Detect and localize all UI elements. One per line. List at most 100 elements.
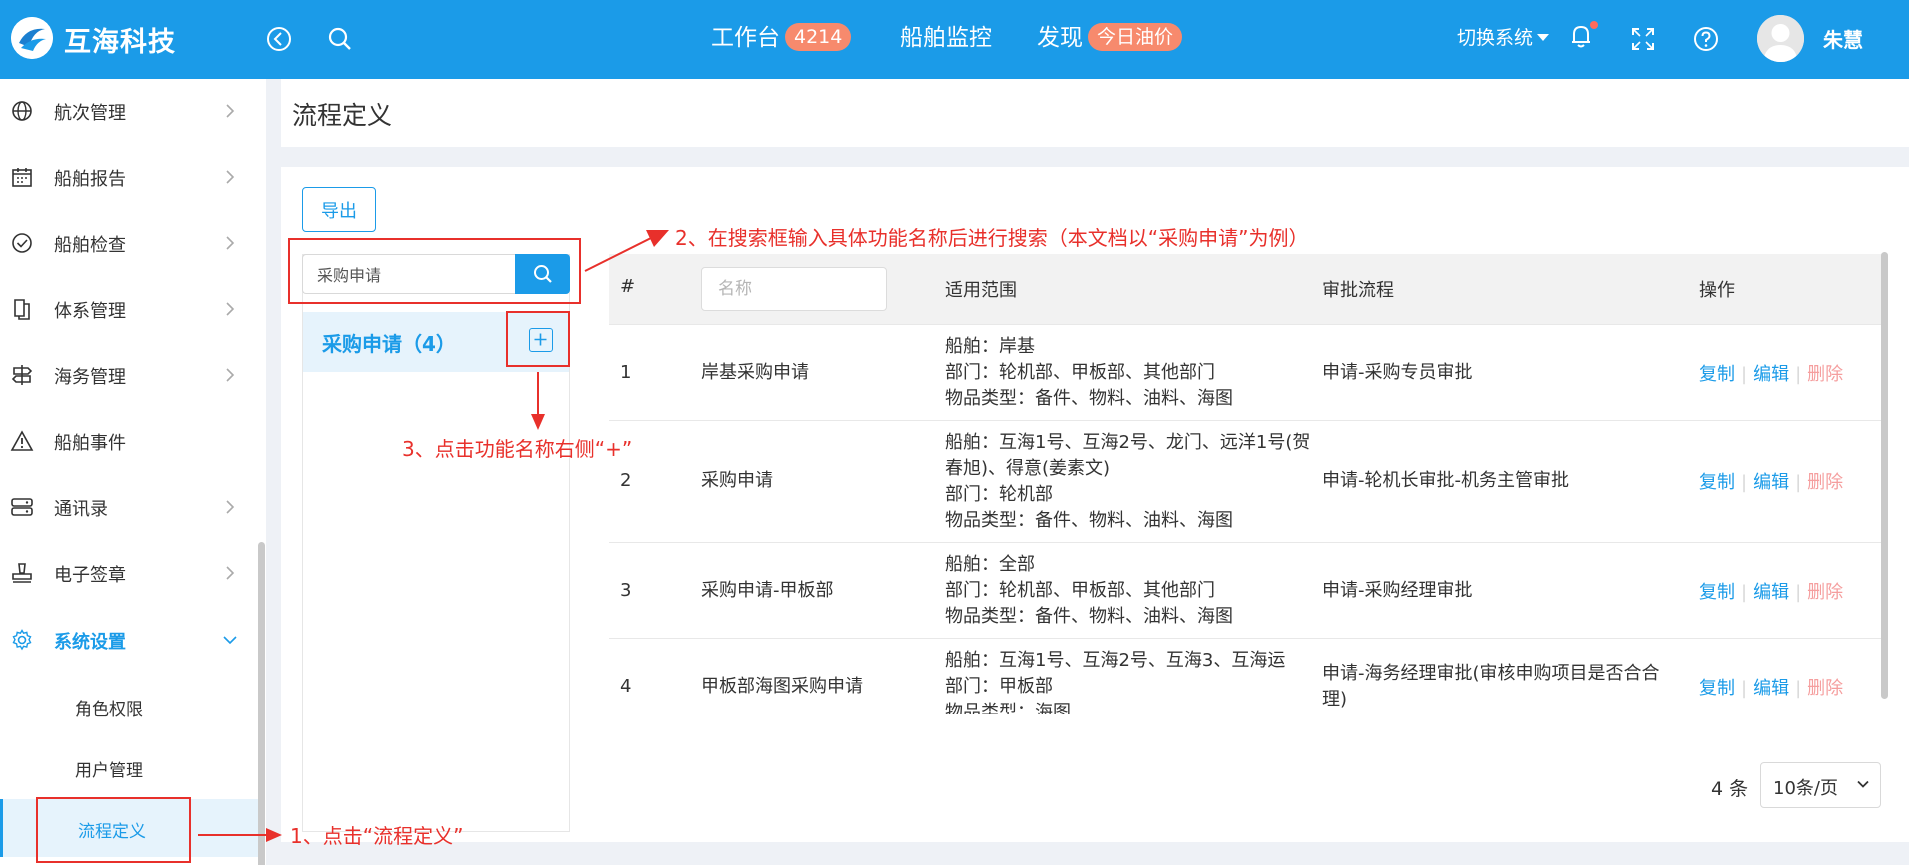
sidebar: 航次管理 船舶报告 船舶检查 体系管理 海务管理 船舶事件 通讯录 电子签章 系…: [0, 79, 266, 865]
notification-dot: [1590, 21, 1598, 29]
nav-workbench-label: 工作台: [711, 25, 780, 51]
divider: |: [1741, 582, 1748, 603]
back-icon[interactable]: [265, 25, 293, 53]
edit-button[interactable]: 编辑: [1753, 582, 1789, 603]
copy-button[interactable]: 复制: [1699, 364, 1735, 385]
sidebar-item-system-settings[interactable]: 系统设置: [0, 610, 258, 670]
page-size-value: 10条/页: [1773, 778, 1838, 799]
scope-ship: 船舶：全部: [945, 554, 1035, 575]
copy-button[interactable]: 复制: [1699, 582, 1735, 603]
tree-node-label: 采购申请（4）: [322, 332, 456, 356]
row-scope: 船舶：全部 部门：轮机部、甲板部、其他部门 物品类型：备件、物料、油料、海图: [945, 552, 1325, 630]
annotation-arrow-icon: [584, 230, 669, 272]
delete-button[interactable]: 删除: [1807, 678, 1843, 699]
scope-item-type: 物品类型：备件、物料、油料、海图: [945, 510, 1233, 531]
sidebar-item-label: 体系管理: [54, 301, 126, 322]
row-scope: 船舶：互海1号、互海2号、互海3、互海运 部门：甲板部 物品类型：海图: [945, 648, 1315, 714]
table-scrollbar[interactable]: [1881, 252, 1888, 699]
sidebar-subitem-role-permission[interactable]: 角色权限: [0, 677, 258, 735]
nav-workbench[interactable]: 工作台 4214: [711, 22, 852, 54]
nav-ship-monitor-label: 船舶监控: [900, 25, 992, 51]
edit-button[interactable]: 编辑: [1753, 678, 1789, 699]
name-filter-input[interactable]: [701, 267, 887, 311]
chevron-down-icon: [222, 630, 238, 650]
divider: |: [1741, 472, 1748, 493]
divider: |: [1795, 364, 1802, 385]
sidebar-item-label: 海务管理: [54, 367, 126, 388]
table-row: 4 甲板部海图采购申请 船舶：互海1号、互海2号、互海3、互海运 部门：甲板部 …: [609, 639, 1888, 714]
edit-button[interactable]: 编辑: [1753, 472, 1789, 493]
row-actions: 复制 | 编辑 | 删除: [1699, 578, 1843, 604]
scope-dept: 部门：轮机部、甲板部、其他部门: [945, 362, 1215, 383]
switch-system-label: 切换系统: [1457, 27, 1534, 49]
annotation-arrow-icon: [198, 828, 282, 842]
sidebar-item-ship-inspection[interactable]: 船舶检查: [0, 213, 258, 273]
check-circle-icon: [10, 231, 34, 255]
sidebar-item-label: 船舶检查: [54, 235, 126, 256]
copy-button[interactable]: 复制: [1699, 678, 1735, 699]
table-header: # 适用范围 审批流程 操作: [609, 254, 1888, 325]
chevron-down-icon: [1856, 777, 1870, 791]
warning-icon: [10, 429, 34, 453]
top-header: 互海科技 工作台 4214 船舶监控 发现 今日油价 切换系统 朱慧: [0, 0, 1909, 79]
switch-system-dropdown[interactable]: 切换系统: [1457, 24, 1550, 52]
gear-icon: [10, 628, 34, 652]
sidebar-item-ship-report[interactable]: 船舶报告: [0, 147, 258, 207]
export-button[interactable]: 导出: [302, 187, 376, 232]
row-index: 2: [620, 470, 632, 491]
username[interactable]: 朱慧: [1823, 24, 1863, 53]
sidebar-subitem-user-mgmt[interactable]: 用户管理: [0, 738, 258, 796]
chevron-right-icon: [222, 497, 238, 517]
sidebar-subitem-label: 用户管理: [75, 761, 143, 781]
col-index-header: #: [620, 276, 636, 297]
row-name: 采购申请: [701, 470, 773, 491]
caret-down-icon: [1537, 34, 1550, 41]
scope-item-type: 物品类型：海图: [945, 702, 1071, 714]
chevron-right-icon: [222, 299, 238, 319]
scope-dept: 部门：甲板部: [945, 676, 1053, 697]
sidebar-item-e-signature[interactable]: 电子签章: [0, 543, 258, 603]
workbench-count-badge: 4214: [785, 23, 852, 51]
sidebar-item-ship-events[interactable]: 船舶事件: [0, 411, 258, 471]
avatar[interactable]: [1757, 15, 1804, 62]
table-row: 2 采购申请 船舶：互海1号、互海2号、龙门、远洋1号(贺春旭)、得意(姜素文)…: [609, 421, 1888, 543]
sidebar-item-label: 系统设置: [54, 632, 126, 653]
nav-discover[interactable]: 发现 今日油价: [1037, 22, 1183, 54]
delete-button[interactable]: 删除: [1807, 472, 1843, 493]
page-title: 流程定义: [292, 101, 393, 130]
chevron-right-icon: [222, 167, 238, 187]
sidebar-item-contacts[interactable]: 通讯录: [0, 477, 258, 537]
row-flow: 申请-采购经理审批: [1322, 580, 1473, 601]
sidebar-subitem-label: 角色权限: [75, 700, 143, 720]
scope-ship: 船舶：互海1号、互海2号、龙门、远洋1号(贺春旭)、得意(姜素文): [945, 432, 1311, 479]
search-icon[interactable]: [326, 25, 354, 53]
stamp-icon: [10, 561, 34, 585]
sidebar-scrollbar[interactable]: [258, 542, 265, 865]
fullscreen-icon[interactable]: [1629, 25, 1657, 53]
copy-button[interactable]: 复制: [1699, 472, 1735, 493]
annotation-step1: 1、点击“流程定义”: [290, 824, 464, 848]
delete-button[interactable]: 删除: [1807, 582, 1843, 603]
row-scope: 船舶：互海1号、互海2号、龙门、远洋1号(贺春旭)、得意(姜素文) 部门：轮机部…: [945, 430, 1315, 534]
chevron-right-icon: [222, 365, 238, 385]
sidebar-item-marine-mgmt[interactable]: 海务管理: [0, 345, 258, 405]
sidebar-item-system-mgmt[interactable]: 体系管理: [0, 279, 258, 339]
row-flow: 申请-采购专员审批: [1322, 362, 1473, 383]
divider: |: [1741, 678, 1748, 699]
server-icon: [10, 495, 34, 519]
nav-ship-monitor[interactable]: 船舶监控: [900, 22, 992, 54]
page-size-select[interactable]: 10条/页: [1760, 762, 1881, 808]
annotation-step2: 2、在搜索框输入具体功能名称后进行搜索（本文档以“采购申请”为例）: [675, 226, 1309, 250]
sidebar-item-label: 电子签章: [54, 565, 126, 586]
sidebar-item-voyage[interactable]: 航次管理: [0, 81, 258, 141]
edit-button[interactable]: 编辑: [1753, 364, 1789, 385]
col-ops-header: 操作: [1699, 280, 1735, 301]
document-icon: [10, 297, 34, 321]
help-icon[interactable]: [1692, 25, 1720, 53]
oil-price-badge[interactable]: 今日油价: [1088, 23, 1183, 51]
delete-button[interactable]: 删除: [1807, 364, 1843, 385]
annotation-step3: 3、点击功能名称右侧“+”: [402, 437, 633, 461]
row-name: 采购申请-甲板部: [701, 580, 834, 601]
sidebar-item-label: 通讯录: [54, 499, 108, 520]
row-actions: 复制 | 编辑 | 删除: [1699, 674, 1843, 700]
